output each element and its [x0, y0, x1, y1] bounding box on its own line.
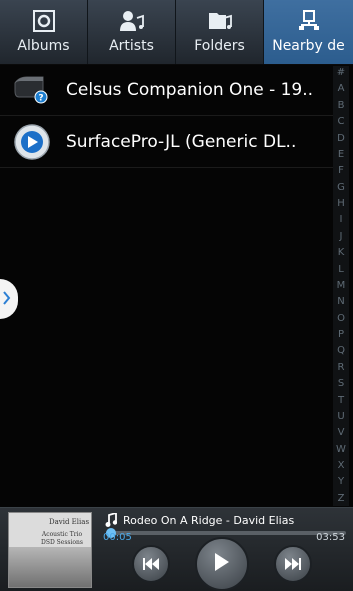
now-playing: Rodeo On A Ridge - David Elias: [105, 511, 295, 527]
svg-text:?: ?: [38, 93, 43, 103]
album-icon: [31, 8, 57, 34]
index-letter[interactable]: V: [338, 428, 345, 438]
index-letter[interactable]: Z: [338, 493, 345, 504]
current-time: 00:05: [103, 532, 132, 543]
artist-icon: [119, 8, 145, 34]
previous-icon: [143, 555, 159, 574]
song-title: Rodeo On A Ridge - David Elias: [123, 513, 295, 527]
index-letter[interactable]: C: [338, 117, 345, 127]
index-letter[interactable]: B: [338, 100, 345, 111]
device-name: Celsus Companion One - 19..: [66, 79, 314, 100]
previous-button[interactable]: [132, 545, 170, 583]
side-panel-handle[interactable]: [0, 279, 18, 319]
tab-nearby-devices[interactable]: Nearby de: [264, 0, 353, 64]
index-letter[interactable]: G: [337, 182, 345, 193]
media-server-icon: ?: [12, 70, 52, 110]
index-letter[interactable]: O: [337, 313, 345, 324]
index-letter[interactable]: S: [338, 379, 344, 389]
index-letter[interactable]: K: [338, 248, 345, 258]
nearby-devices-icon: [296, 8, 322, 34]
album-title-line2: DSD Sessions: [41, 539, 83, 546]
tab-artists[interactable]: Artists: [88, 0, 176, 64]
index-letter[interactable]: L: [338, 264, 344, 275]
index-letter[interactable]: M: [337, 280, 346, 291]
index-letter[interactable]: #: [337, 68, 345, 78]
album-art[interactable]: David Elias Acoustic Trio DSD Sessions: [8, 512, 92, 588]
list-item[interactable]: SurfacePro-JL (Generic DL..: [0, 116, 333, 168]
index-letter[interactable]: Y: [338, 477, 344, 487]
index-letter[interactable]: N: [337, 297, 344, 307]
play-icon: [214, 553, 230, 575]
index-letter[interactable]: U: [337, 411, 344, 422]
tab-albums[interactable]: Albums: [0, 0, 88, 64]
device-name: SurfacePro-JL (Generic DL..: [66, 131, 297, 152]
tab-artists-label: Artists: [109, 38, 154, 54]
index-letter[interactable]: E: [338, 149, 344, 160]
album-art-landscape: [9, 547, 91, 587]
mini-player: David Elias Acoustic Trio DSD Sessions R…: [0, 507, 353, 591]
album-title-line1: Acoustic Trio: [41, 531, 83, 538]
next-icon: [285, 555, 301, 574]
chevron-right-icon: [3, 290, 11, 309]
nearby-device-list: ? Celsus Companion One - 19.. SurfacePro…: [0, 64, 333, 168]
tab-folders[interactable]: Folders: [176, 0, 264, 64]
index-letter[interactable]: F: [338, 166, 344, 176]
list-item[interactable]: ? Celsus Companion One - 19..: [0, 64, 333, 116]
alphabet-index-bar[interactable]: # A B C D E F G H I J K L M N O P Q R S T U V W X Y Z: [333, 66, 349, 506]
tab-albums-label: Albums: [17, 38, 70, 54]
index-letter[interactable]: T: [338, 395, 344, 406]
index-letter[interactable]: P: [338, 330, 344, 340]
tab-bar: Albums Artists Folders Nearby de: [0, 0, 353, 65]
index-letter[interactable]: A: [338, 84, 345, 94]
music-note-icon: [105, 511, 118, 527]
folder-music-icon: [207, 8, 233, 34]
index-letter[interactable]: Q: [337, 346, 345, 356]
index-letter[interactable]: X: [338, 461, 345, 471]
index-letter[interactable]: W: [336, 444, 346, 455]
total-time: 03:53: [316, 532, 345, 543]
play-button[interactable]: [195, 537, 249, 591]
windows-media-icon: [12, 122, 52, 162]
index-letter[interactable]: J: [340, 231, 343, 242]
next-button[interactable]: [274, 545, 312, 583]
tab-nearby-devices-label: Nearby de: [272, 38, 345, 54]
album-title: Acoustic Trio DSD Sessions: [39, 531, 85, 547]
index-letter[interactable]: D: [337, 133, 345, 144]
index-letter[interactable]: H: [337, 199, 345, 209]
index-letter[interactable]: R: [338, 362, 345, 373]
progress-bar[interactable]: [105, 528, 346, 538]
index-letter[interactable]: I: [340, 215, 343, 225]
tab-folders-label: Folders: [194, 38, 245, 54]
album-artist: David Elias: [49, 518, 90, 526]
